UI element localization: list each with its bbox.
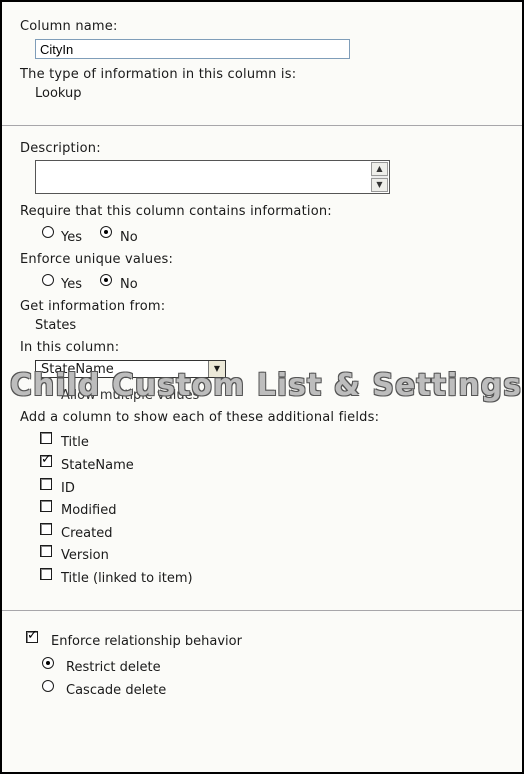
require-no-label: No [120,230,138,245]
field-modified-checkbox[interactable] [40,500,52,512]
get-info-label: Get information from: [20,299,166,314]
info-type-value: Lookup [35,86,82,101]
cascade-delete-radio[interactable] [42,680,54,692]
watermark-caption: Child Custom List & Settings [10,368,522,403]
restrict-delete-label: Restrict delete [66,660,161,675]
in-column-label: In this column: [20,340,120,355]
field-title-label: Title [61,435,89,450]
description-label: Description: [20,141,101,156]
section-divider [2,125,522,126]
enforce-relationship-label: Enforce relationship behavior [51,634,242,649]
arrow-up-icon[interactable]: ▲ [371,162,388,176]
restrict-delete-radio[interactable] [42,657,54,669]
require-no-radio[interactable] [100,226,112,238]
field-created-label: Created [61,526,113,541]
unique-label: Enforce unique values: [20,252,174,267]
arrow-down-icon[interactable]: ▼ [371,178,388,192]
unique-yes-label: Yes [61,277,82,292]
unique-yes-radio[interactable] [42,274,54,286]
field-version-checkbox[interactable] [40,545,52,557]
column-name-input[interactable] [35,39,350,59]
require-label: Require that this column contains inform… [20,204,332,219]
require-yes-label: Yes [61,230,82,245]
field-title-checkbox[interactable] [40,432,52,444]
field-created-checkbox[interactable] [40,523,52,535]
unique-no-radio[interactable] [100,274,112,286]
field-statename-label: StateName [61,458,134,473]
section-divider-2 [2,610,522,611]
field-title-linked-label: Title (linked to item) [61,571,193,586]
require-yes-radio[interactable] [42,226,54,238]
enforce-relationship-checkbox[interactable] [26,628,38,643]
field-title-linked-checkbox[interactable] [40,568,52,580]
field-version-label: Version [61,548,109,563]
info-type-label: The type of information in this column i… [20,67,297,82]
column-name-label: Column name: [20,19,118,34]
unique-no-label: No [120,277,138,292]
field-id-checkbox[interactable] [40,478,52,490]
field-modified-label: Modified [61,503,117,518]
description-textarea[interactable]: ▲ ▼ [35,160,390,194]
cascade-delete-label: Cascade delete [66,683,167,698]
description-scrollbar[interactable]: ▲ ▼ [371,162,388,192]
additional-fields-label: Add a column to show each of these addit… [20,410,380,425]
get-info-value: States [35,318,77,333]
field-id-label: ID [61,481,75,496]
column-settings-form: Column name: The type of information in … [0,0,524,774]
field-statename-checkbox[interactable] [40,452,52,467]
